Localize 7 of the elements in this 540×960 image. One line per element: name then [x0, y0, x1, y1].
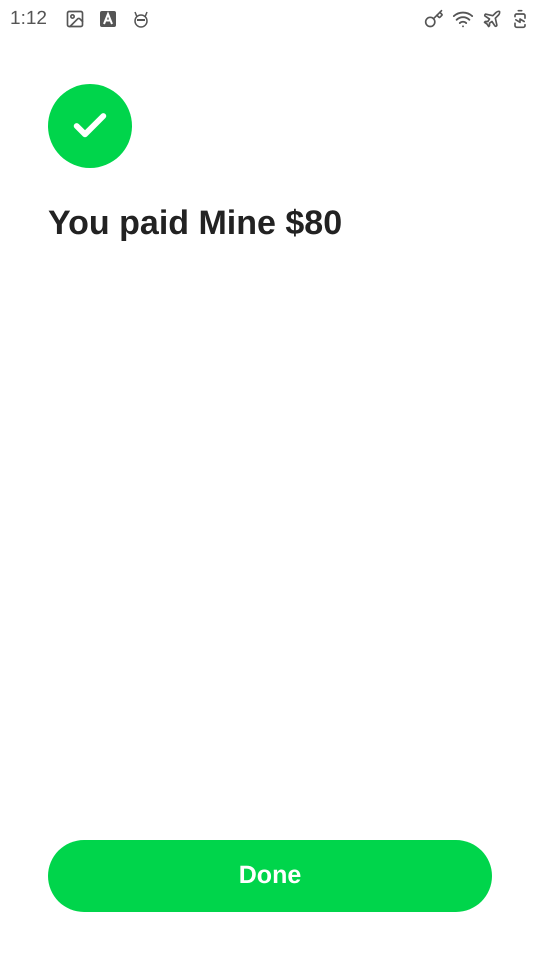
payment-message: You paid Mine $80 — [48, 203, 344, 244]
airplane-icon — [482, 9, 502, 29]
font-icon — [98, 10, 117, 28]
key-icon — [424, 9, 444, 29]
done-button[interactable]: Done — [48, 840, 492, 912]
image-icon — [64, 9, 85, 29]
status-time: 1:12 — [10, 6, 47, 31]
